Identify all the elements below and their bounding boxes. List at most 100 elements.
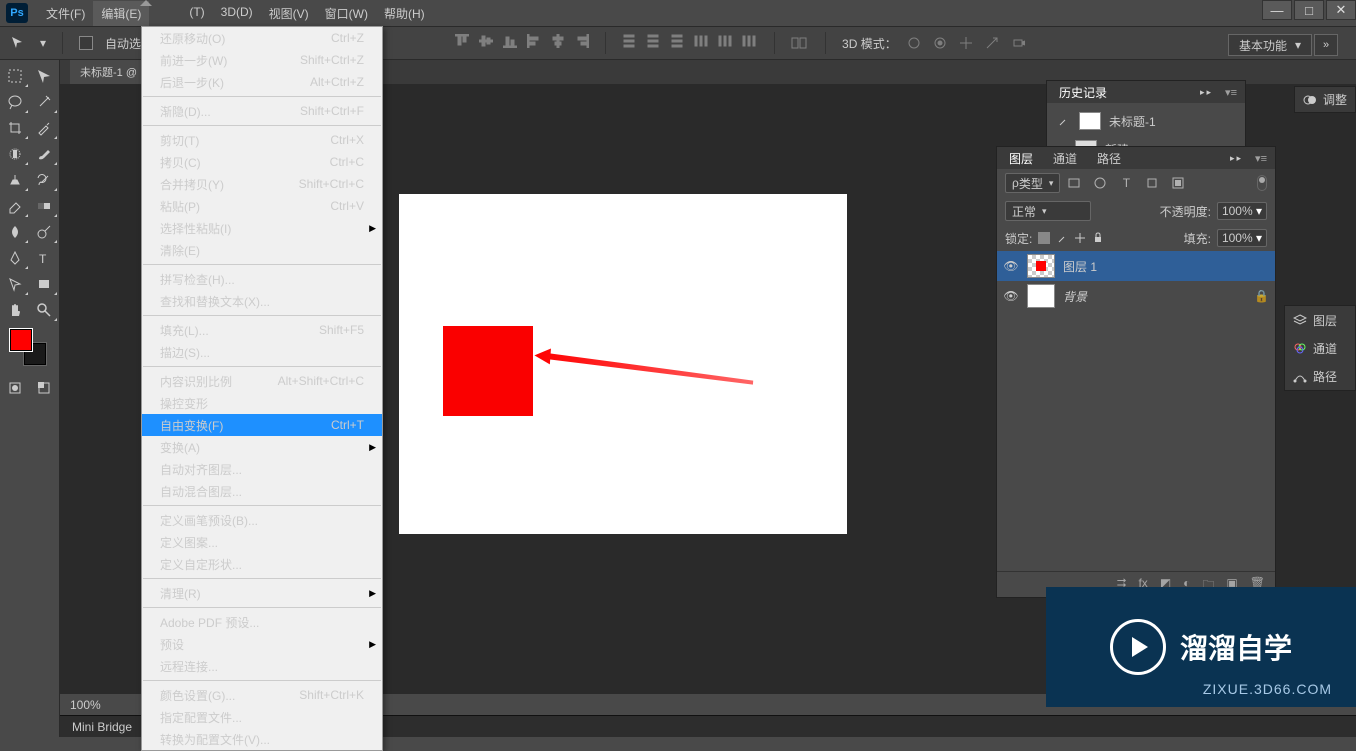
roll-3d-icon[interactable] bbox=[931, 34, 949, 52]
menu-item[interactable]: 选择性粘贴(I) bbox=[142, 217, 382, 239]
history-source-row[interactable]: 未标题-1 bbox=[1051, 107, 1241, 135]
menu-item[interactable]: 内容识别比例Alt+Shift+Ctrl+C bbox=[142, 370, 382, 392]
minimize-button[interactable]: — bbox=[1262, 0, 1292, 20]
dodge-tool[interactable] bbox=[30, 219, 60, 245]
eyedropper-tool[interactable] bbox=[30, 115, 60, 141]
healing-brush-tool[interactable] bbox=[0, 141, 30, 167]
magic-wand-tool[interactable] bbox=[30, 89, 60, 115]
menu-item[interactable]: 剪切(T)Ctrl+X bbox=[142, 129, 382, 151]
layers-tab[interactable]: 图层 bbox=[1005, 148, 1037, 169]
filter-type-icon[interactable]: T bbox=[1118, 175, 1134, 191]
hand-tool[interactable] bbox=[0, 297, 30, 323]
menu-item[interactable]: 操控变形 bbox=[142, 392, 382, 414]
menu-item[interactable]: 清理(R) bbox=[142, 582, 382, 604]
red-square-shape[interactable] bbox=[443, 326, 533, 416]
history-brush-tool[interactable] bbox=[30, 167, 60, 193]
align-right-icon[interactable] bbox=[573, 32, 591, 50]
panel-menu-icon[interactable]: ▾≡ bbox=[1255, 152, 1267, 165]
distribute-left-icon[interactable] bbox=[692, 32, 710, 50]
menu-item[interactable]: 变换(A) bbox=[142, 436, 382, 458]
menu-item[interactable]: 颜色设置(G)...Shift+Ctrl+K bbox=[142, 684, 382, 706]
visibility-icon[interactable]: 👁 bbox=[1003, 259, 1019, 273]
align-left-icon[interactable] bbox=[525, 32, 543, 50]
lock-transparency-icon[interactable] bbox=[1038, 232, 1050, 244]
menu-0[interactable]: 文件(F) bbox=[38, 1, 93, 26]
filter-pixel-icon[interactable] bbox=[1066, 175, 1082, 191]
workspace-switcher[interactable]: 基本功能▾ bbox=[1228, 34, 1312, 56]
crop-tool[interactable] bbox=[0, 115, 30, 141]
visibility-icon[interactable]: 👁 bbox=[1003, 289, 1019, 303]
menu-item[interactable]: 预设 bbox=[142, 633, 382, 655]
orbit-3d-icon[interactable] bbox=[905, 34, 923, 52]
gradient-tool[interactable] bbox=[30, 193, 60, 219]
menu-item[interactable]: 转换为配置文件(V)... bbox=[142, 728, 382, 750]
panel-collapse-icon[interactable]: ▸▸ bbox=[1200, 87, 1213, 98]
layer-filter-kind[interactable]: ρ 类型 bbox=[1005, 173, 1060, 193]
layer-thumbnail[interactable] bbox=[1027, 254, 1055, 278]
menu-item[interactable]: 前进一步(W)Shift+Ctrl+Z bbox=[142, 49, 382, 71]
menu-4[interactable]: (T) bbox=[181, 1, 212, 26]
menu-7[interactable]: 窗口(W) bbox=[317, 1, 376, 26]
maximize-button[interactable]: □ bbox=[1294, 0, 1324, 20]
align-vcenter-icon[interactable] bbox=[477, 32, 495, 50]
rectangle-tool[interactable] bbox=[30, 271, 60, 297]
align-hcenter-icon[interactable] bbox=[549, 32, 567, 50]
panel-collapse-icon[interactable]: ▸▸ bbox=[1230, 153, 1243, 164]
menu-8[interactable]: 帮助(H) bbox=[376, 1, 433, 26]
layer-row[interactable]: 👁背景🔒 bbox=[997, 281, 1275, 311]
menu-item[interactable]: 指定配置文件... bbox=[142, 706, 382, 728]
adjustments-panel-collapsed[interactable]: 调整 bbox=[1294, 86, 1356, 113]
panel-menu-icon[interactable]: ▾≡ bbox=[1225, 86, 1237, 99]
layer-thumbnail[interactable] bbox=[1027, 284, 1055, 308]
move-tool[interactable] bbox=[30, 63, 60, 89]
eraser-tool[interactable] bbox=[0, 193, 30, 219]
filter-toggle[interactable] bbox=[1257, 175, 1267, 191]
zoom-3d-icon[interactable] bbox=[1009, 34, 1027, 52]
layer-row[interactable]: 👁 图层 1 bbox=[997, 251, 1275, 281]
history-panel-tab[interactable]: 历史记录 bbox=[1055, 82, 1111, 103]
fill-value[interactable]: 100% ▾ bbox=[1217, 229, 1267, 247]
quick-mask-icon[interactable] bbox=[0, 375, 30, 401]
brush-tool[interactable] bbox=[30, 141, 60, 167]
mini-bridge-tab[interactable]: Mini Bridge bbox=[72, 720, 132, 734]
distribute-top-icon[interactable] bbox=[620, 32, 638, 50]
menu-item[interactable]: Adobe PDF 预设... bbox=[142, 611, 382, 633]
menu-item[interactable]: 自由变换(F)Ctrl+T bbox=[142, 414, 382, 436]
menu-6[interactable]: 视图(V) bbox=[261, 1, 317, 26]
distribute-hcenter-icon[interactable] bbox=[716, 32, 734, 50]
menu-5[interactable]: 3D(D) bbox=[213, 1, 261, 26]
paths-tab[interactable]: 路径 bbox=[1093, 148, 1125, 169]
path-selection-tool[interactable] bbox=[0, 271, 30, 297]
filter-shape-icon[interactable] bbox=[1144, 175, 1160, 191]
filter-smart-icon[interactable] bbox=[1170, 175, 1186, 191]
layer-name[interactable]: 图层 1 bbox=[1063, 258, 1097, 275]
opacity-value[interactable]: 100% ▾ bbox=[1217, 202, 1267, 220]
document-tab[interactable]: 未标题-1 @ bbox=[70, 60, 147, 84]
foreground-swatch[interactable] bbox=[10, 329, 32, 351]
auto-select-checkbox[interactable] bbox=[79, 36, 93, 50]
filter-adjustment-icon[interactable] bbox=[1092, 175, 1108, 191]
menu-item[interactable]: 合并拷贝(Y)Shift+Ctrl+C bbox=[142, 173, 382, 195]
menu-item[interactable]: 远程连接... bbox=[142, 655, 382, 677]
lasso-tool[interactable] bbox=[0, 89, 30, 115]
menu-item[interactable]: 还原移动(O)Ctrl+Z bbox=[142, 27, 382, 49]
menu-item[interactable]: 粘贴(P)Ctrl+V bbox=[142, 195, 382, 217]
menu-item[interactable]: 定义图案... bbox=[142, 531, 382, 553]
distribute-vcenter-icon[interactable] bbox=[644, 32, 662, 50]
align-bottom-icon[interactable] bbox=[501, 32, 519, 50]
distribute-right-icon[interactable] bbox=[740, 32, 758, 50]
lock-pixels-icon[interactable] bbox=[1056, 232, 1068, 244]
blend-mode-select[interactable]: 正常 bbox=[1005, 201, 1091, 221]
blur-tool[interactable] bbox=[0, 219, 30, 245]
align-top-icon[interactable] bbox=[453, 32, 471, 50]
collapsed-channels[interactable]: 通道 bbox=[1285, 334, 1355, 362]
screen-mode-icon[interactable] bbox=[30, 375, 60, 401]
pan-3d-icon[interactable] bbox=[957, 34, 975, 52]
menu-item[interactable]: 填充(L)...Shift+F5 bbox=[142, 319, 382, 341]
menu-3[interactable] bbox=[165, 1, 181, 26]
zoom-level[interactable]: 100% bbox=[70, 698, 101, 712]
slide-3d-icon[interactable] bbox=[983, 34, 1001, 52]
channels-tab[interactable]: 通道 bbox=[1049, 148, 1081, 169]
artboard[interactable] bbox=[399, 194, 847, 534]
layer-name[interactable]: 背景 bbox=[1063, 288, 1087, 305]
